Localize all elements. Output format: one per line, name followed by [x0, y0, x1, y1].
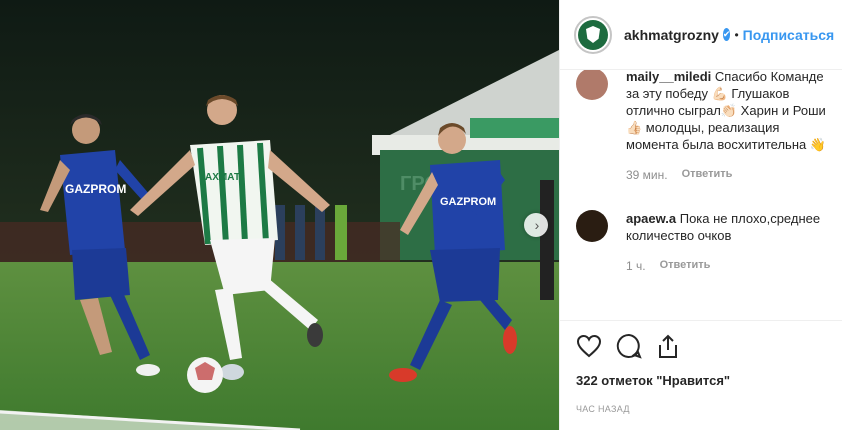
comment-icon[interactable] — [616, 333, 642, 359]
comments-list: maily__miledi Спасибо Команде за эту поб… — [560, 70, 842, 320]
instagram-post: ГРОЗНЫЙ GAZPROM — [0, 0, 842, 430]
comment-time: 39 мин. — [626, 168, 668, 182]
commenter-avatar[interactable] — [576, 210, 608, 242]
action-icons — [576, 331, 828, 361]
next-photo-button[interactable]: › — [524, 213, 548, 237]
verified-badge-icon: ✔ — [722, 28, 731, 41]
likes-count[interactable]: 322 отметок "Нравится" — [576, 373, 828, 388]
svg-text:GAZPROM: GAZPROM — [440, 196, 496, 208]
post-actions: 322 отметок "Нравится" ЧАС НАЗАД — [560, 320, 842, 430]
svg-text:АХМАТ: АХМАТ — [205, 172, 240, 183]
post-photo[interactable]: ГРОЗНЫЙ GAZPROM — [0, 0, 559, 430]
comment: apaew.a Пока не плохо,среднее количество… — [576, 210, 832, 273]
post-sidebar: akhmatgrozny ✔ • Подписаться maily__mile… — [559, 0, 842, 430]
heart-icon[interactable] — [576, 334, 602, 358]
comment: maily__miledi Спасибо Команде за эту поб… — [576, 70, 832, 182]
reply-button[interactable]: Ответить — [660, 259, 711, 273]
account-username[interactable]: akhmatgrozny — [624, 27, 719, 43]
follow-button[interactable]: Подписаться — [743, 27, 835, 43]
football-match-photo: ГРОЗНЫЙ GAZPROM — [0, 0, 559, 430]
club-crest-icon — [586, 26, 600, 43]
separator-dot: • — [734, 27, 739, 42]
chevron-right-icon: › — [534, 217, 540, 233]
comment-time: 1 ч. — [626, 259, 646, 273]
account-avatar[interactable] — [574, 15, 612, 54]
comment-username[interactable]: apaew.a — [626, 211, 676, 226]
svg-text:GAZPROM: GAZPROM — [65, 182, 126, 196]
post-timestamp: ЧАС НАЗАД — [576, 404, 630, 414]
share-icon[interactable] — [656, 333, 680, 359]
commenter-avatar[interactable] — [576, 70, 608, 100]
comment-username[interactable]: maily__miledi — [626, 70, 711, 84]
post-header: akhmatgrozny ✔ • Подписаться — [560, 0, 842, 70]
reply-button[interactable]: Ответить — [682, 168, 733, 182]
